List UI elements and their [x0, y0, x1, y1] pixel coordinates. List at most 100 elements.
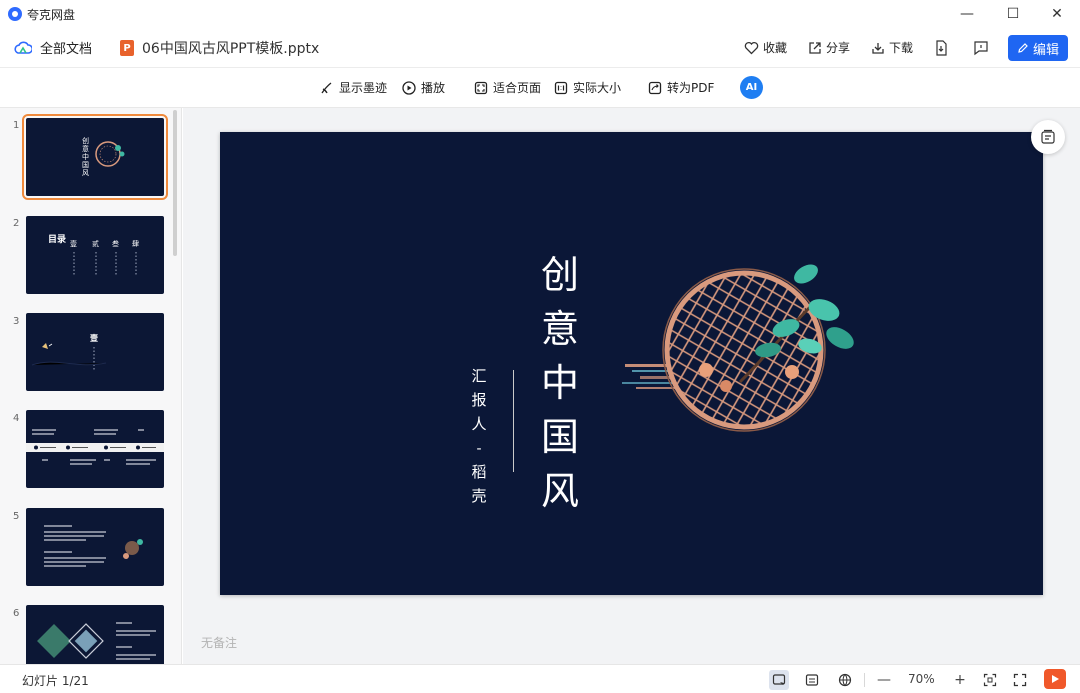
svg-text:国: 国 — [82, 161, 89, 169]
thumbnail-3-preview: 壹 — [31, 333, 107, 371]
favorite-label: 收藏 — [763, 41, 788, 55]
slide-title: 创意中国风 — [540, 253, 579, 513]
sidebar-scrollbar[interactable] — [173, 110, 177, 256]
document-header: 全部文档 P 06中国风古风PPT模板.pptx 收藏 分享 下载 编辑 — [0, 28, 1080, 68]
web-view-button[interactable] — [835, 670, 855, 690]
thumbnail-4-preview — [26, 429, 164, 465]
thumb3-chapter: 壹 — [90, 333, 98, 343]
close-button[interactable]: ✕ — [1034, 0, 1080, 28]
fit-page-label: 适合页面 — [493, 81, 542, 95]
slide-thumbnail-2[interactable]: 目录 壹 贰 叁 肆 — [26, 216, 164, 294]
thumbnail-number: 2 — [13, 218, 20, 229]
thumb2-item: 叁 — [112, 239, 119, 248]
viewer-toolbar: 显示墨迹 播放 适合页面 实际大小 转为PDF AI — [0, 68, 1080, 108]
favorite-button[interactable]: 收藏 — [744, 39, 787, 56]
status-bar: 幻灯片 1/21 — 70% + — [0, 664, 1080, 693]
status-divider — [864, 673, 865, 687]
zoom-out-button[interactable]: — — [874, 670, 894, 690]
notes-view-button[interactable] — [802, 670, 822, 690]
download-icon — [872, 42, 884, 54]
slideshow-play-button[interactable] — [1044, 669, 1066, 689]
share-icon — [809, 41, 821, 54]
fullscreen-icon — [1013, 673, 1027, 687]
export-icon — [936, 40, 947, 56]
all-docs-label: 全部文档 — [40, 42, 93, 57]
minimize-button[interactable]: — — [944, 0, 990, 28]
show-ink-button[interactable]: 显示墨迹 — [320, 79, 387, 96]
thumbnail-number: 6 — [13, 608, 20, 619]
edit-button[interactable]: 编辑 — [1008, 35, 1068, 61]
download-button[interactable]: 下载 — [871, 39, 913, 56]
thumbnail-number: 5 — [13, 511, 20, 522]
play-label: 播放 — [421, 81, 446, 95]
pptx-file-icon: P — [120, 40, 134, 56]
ink-pen-icon — [321, 81, 332, 93]
slides-panel-icon — [1041, 129, 1055, 144]
app-title: 夸克网盘 — [27, 8, 76, 22]
normal-view-button[interactable] — [769, 670, 789, 690]
svg-text:中: 中 — [82, 152, 89, 161]
thumbnail-5-preview — [44, 525, 143, 567]
heart-icon — [744, 41, 759, 54]
svg-text:创: 创 — [82, 136, 89, 145]
share-button[interactable]: 分享 — [808, 39, 850, 56]
show-ink-label: 显示墨迹 — [339, 81, 388, 95]
convert-pdf-label: 转为PDF — [667, 81, 715, 95]
fit-page-button[interactable]: 适合页面 — [474, 79, 541, 96]
ai-assistant-button[interactable]: AI — [740, 76, 763, 99]
fit-screen-icon — [983, 673, 997, 687]
thumbnail-1-preview: 创 意 中 国 风 — [82, 136, 125, 177]
maximize-button[interactable]: ☐ — [990, 0, 1036, 28]
thumbnail-number: 3 — [13, 316, 20, 327]
play-button[interactable]: 播放 — [402, 79, 445, 96]
notes-placeholder[interactable]: 无备注 — [201, 634, 237, 651]
thumbnail-2-preview: 目录 壹 贰 叁 肆 — [48, 234, 139, 276]
thumb2-item: 贰 — [92, 239, 99, 248]
floating-panel-button[interactable] — [1031, 120, 1065, 154]
slide-thumbnail-5[interactable] — [26, 508, 164, 586]
actual-size-icon — [554, 81, 568, 94]
slide-thumbnail-panel: 1 创 意 中 国 风 2 目录 壹 贰 叁 肆 3 壹 4 5 6 — [0, 108, 182, 664]
play-icon — [1052, 675, 1059, 683]
file-name: 06中国风古风PPT模板.pptx — [142, 41, 320, 57]
thumb2-toc: 目录 — [48, 234, 66, 245]
slide-decoration — [622, 264, 854, 432]
zoom-in-button[interactable]: + — [950, 670, 970, 690]
convert-pdf-button[interactable]: 转为PDF — [648, 79, 714, 96]
comment-icon — [974, 41, 988, 56]
globe-icon — [838, 673, 852, 687]
all-docs-link[interactable]: 全部文档 — [14, 38, 92, 57]
thumbnail-number: 1 — [13, 120, 20, 131]
slide-thumbnail-4[interactable] — [26, 410, 164, 488]
zoom-level: 70% — [908, 672, 935, 686]
cloud-icon — [14, 41, 32, 54]
thumbnail-6-preview — [37, 622, 156, 660]
slide-thumbnail-3[interactable]: 壹 — [26, 313, 164, 391]
export-button[interactable] — [932, 39, 950, 57]
thumb2-item: 肆 — [132, 239, 139, 248]
thumb2-item: 壹 — [70, 239, 77, 248]
actual-size-button[interactable]: 实际大小 — [554, 79, 621, 96]
slide-counter: 幻灯片 1/21 — [22, 674, 89, 688]
edit-label: 编辑 — [1032, 42, 1059, 58]
actual-size-label: 实际大小 — [573, 81, 622, 95]
pencil-icon — [1018, 43, 1028, 53]
fit-page-icon — [474, 81, 488, 94]
file-tab[interactable]: P 06中国风古风PPT模板.pptx — [120, 38, 319, 58]
download-label: 下载 — [889, 41, 914, 55]
fit-view-button[interactable] — [980, 670, 1000, 690]
notes-view-icon — [805, 674, 819, 686]
current-slide[interactable]: 创意中国风 汇报人-稻壳 — [220, 132, 1043, 595]
slide-divider — [513, 370, 514, 472]
slide-thumbnail-1[interactable]: 创 意 中 国 风 — [22, 114, 168, 200]
slide-reporter: 汇报人-稻壳 — [471, 367, 487, 505]
svg-text:意: 意 — [82, 144, 89, 153]
fullscreen-button[interactable] — [1010, 670, 1030, 690]
pdf-convert-icon — [648, 81, 662, 94]
thumbnail-number: 4 — [13, 413, 20, 424]
svg-text:风: 风 — [82, 169, 89, 177]
slide-thumbnail-6[interactable] — [26, 605, 164, 664]
comment-button[interactable] — [972, 39, 990, 57]
play-circle-icon — [402, 80, 416, 95]
normal-view-icon — [772, 674, 786, 685]
